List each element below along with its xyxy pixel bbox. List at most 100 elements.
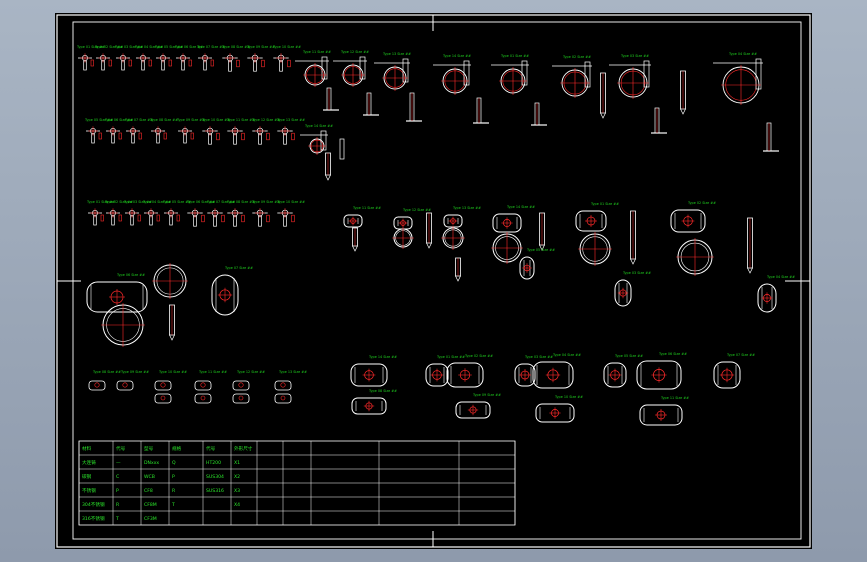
fitting-port: [94, 382, 100, 388]
lever-part: Type 08 Size ##: [221, 45, 250, 72]
drawing-sheet: Type 01 Size ## Type 02 Size ## Type 03 Si…: [55, 13, 812, 549]
title-block-cell: HT200: [206, 460, 221, 466]
rod-tip: [680, 108, 686, 115]
lever-tab: [266, 214, 270, 223]
rod-part: [325, 152, 331, 181]
part-label: Type 14 Size ##: [304, 124, 333, 128]
part-label: Type 04 Size ##: [766, 275, 795, 279]
ring-part: [152, 263, 188, 299]
actuator-part: Type 11 Size ##: [639, 396, 689, 426]
lever-part: Type 09 Size ##: [246, 45, 275, 72]
rod-part: [352, 227, 358, 252]
fitting-body-2: [274, 393, 292, 404]
title-block-cell: 316不锈钢: [82, 515, 105, 522]
stand-part: [763, 122, 779, 152]
lever-tab: [118, 132, 122, 140]
part-label: Type 12 Size ##: [251, 118, 280, 122]
actuator-part: Type 02 Size ##: [670, 201, 716, 233]
clamp-part: Type 12 Size ##: [333, 50, 369, 87]
ring-part: [676, 238, 714, 276]
part-label: Type 03 Size ##: [524, 355, 553, 359]
title-block-cell: X3: [234, 488, 240, 494]
fitting-port-2: [200, 395, 206, 401]
part-label: Type 07 Size ##: [224, 266, 253, 270]
title-block-cell: X1: [234, 460, 240, 466]
small-fitting-part: Type 08 Size ##: [88, 370, 121, 391]
fitting-body-2: [154, 393, 172, 404]
part-label: Type 09 Size ##: [251, 200, 280, 204]
small-fitting-part: Type 12 Size ##: [232, 370, 265, 404]
actuator-part: Type 07 Size ##: [211, 266, 253, 316]
lever-part: Type 11 Size ##: [226, 118, 255, 145]
lever-tab: [287, 59, 291, 68]
fitting-port: [122, 382, 128, 388]
lever-tab: [138, 132, 142, 140]
lever-tab: [168, 59, 172, 67]
clamp-part: Type 01 Size ##: [491, 54, 529, 95]
clamp-part: Type 14 Size ##: [433, 54, 471, 95]
lever-part: Type 12 Size ##: [251, 118, 280, 145]
part-label: Type 08 Size ##: [221, 45, 250, 49]
part-label: Type 03 Size ##: [622, 271, 651, 275]
stand-part: [531, 102, 547, 126]
rod-part: [600, 72, 606, 119]
rod-part: [455, 257, 461, 282]
title-block-cell: C: [116, 474, 119, 480]
rod-tip: [426, 242, 432, 249]
actuator-part: Type 10 Size ##: [535, 395, 583, 423]
clamp-part: Type 02 Size ##: [552, 55, 592, 98]
part-label: Type 12 Size ##: [402, 208, 431, 212]
actuator-part: Type 01 Size ##: [575, 202, 619, 232]
title-block-cell: 代号: [206, 445, 216, 452]
lever-tab: [156, 214, 160, 222]
bracket-part: [339, 138, 345, 160]
title-block-cell: Q: [172, 460, 176, 466]
lever-tab: [291, 214, 295, 223]
ring-part: [441, 226, 465, 250]
fitting-port: [238, 382, 244, 388]
small-fitting-part: Type 11 Size ##: [194, 370, 227, 404]
lever-tab: [118, 214, 122, 222]
lever-part: Type 10 Size ##: [201, 118, 230, 145]
part-label: Type 01 Size ##: [500, 54, 529, 58]
lever-tab: [261, 59, 265, 68]
fitting-port: [200, 382, 206, 388]
part-label: Type 10 Size ##: [158, 370, 187, 374]
part-label: Type 13 Size ##: [278, 370, 307, 374]
part-label: Type 13 Size ##: [452, 206, 481, 210]
lever-tab: [210, 59, 214, 67]
part-label: Type 10 Size ##: [554, 395, 583, 399]
lever-tab: [128, 59, 132, 67]
rod-tip: [169, 334, 175, 341]
fitting-body: [274, 380, 292, 391]
small-fitting-part: Type 10 Size ##: [154, 370, 187, 404]
rod-part: [169, 304, 175, 341]
stand-part: [473, 97, 489, 124]
lever-tab: [291, 132, 295, 141]
lever-tab: [266, 132, 270, 141]
part-label: Type 14 Size ##: [368, 355, 397, 359]
title-block-cell: 大连铸: [82, 459, 96, 466]
lever-tab: [148, 59, 152, 67]
title-block-cell: P: [116, 488, 119, 494]
actuator-part: Type 09 Size ##: [455, 393, 501, 419]
part-label: Type 05 Size ##: [614, 354, 643, 358]
actuator-part: Type 03 Size ##: [614, 271, 651, 307]
fitting-body: [194, 380, 212, 391]
fitting-body-2: [232, 393, 250, 404]
lever-tab: [176, 214, 180, 222]
lever-tab: [190, 132, 194, 140]
part-label: Type 11 Size ##: [352, 206, 381, 210]
lever-part: Type 07 Size ##: [196, 45, 225, 71]
lever-tab: [221, 214, 225, 223]
lever-part: Type 09 Size ##: [176, 118, 205, 144]
title-block-cell: 规格: [172, 445, 182, 452]
actuator-part: Type 11 Size ##: [343, 206, 381, 228]
title-block-cell: X2: [234, 474, 240, 480]
part-label: Type 14 Size ##: [442, 54, 471, 58]
lever-tab: [108, 59, 112, 67]
part-label: Type 04 Size ##: [552, 353, 581, 357]
part-label: Type 10 Size ##: [276, 200, 305, 204]
small-fitting-part: Type 13 Size ##: [274, 370, 307, 404]
title-block-cell: SUS316: [206, 488, 224, 494]
